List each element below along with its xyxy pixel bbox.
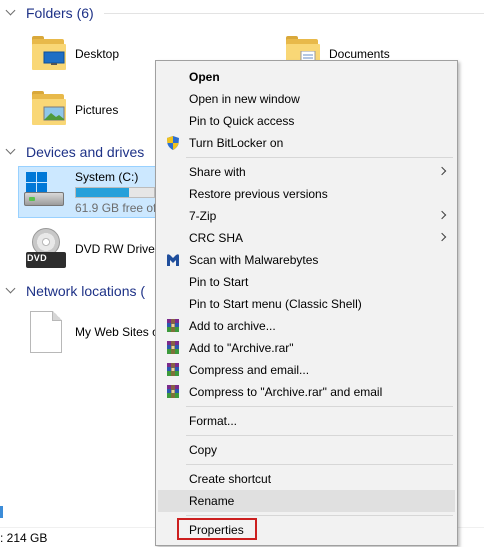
menu-item-crc-sha[interactable]: CRC SHA <box>158 227 455 249</box>
pictures-folder-icon <box>30 90 68 128</box>
drive-capacity-bar <box>75 187 155 198</box>
menu-item-label: Open in new window <box>189 92 300 106</box>
menu-item-open[interactable]: Open <box>158 66 455 88</box>
menu-item-label: 7-Zip <box>189 209 217 223</box>
menu-item-restore-previous-versions[interactable]: Restore previous versions <box>158 183 455 205</box>
menu-item-scan-with-malwarebytes[interactable]: Scan with Malwarebytes <box>158 249 455 271</box>
menu-item-label: Compress and email... <box>189 363 310 377</box>
menu-item-open-in-new-window[interactable]: Open in new window <box>158 88 455 110</box>
menu-separator <box>186 515 453 516</box>
menu-item-label: CRC SHA <box>189 231 244 245</box>
menu-item-label: Share with <box>189 165 246 179</box>
network-item-label: My Web Sites o <box>75 325 159 339</box>
folders-header-title: Folders (6) <box>26 5 94 21</box>
menu-item-label: Format... <box>189 414 238 428</box>
menu-item-compress-to-archive-rar-and-email[interactable]: Compress to "Archive.rar" and email <box>158 381 455 403</box>
chevron-down-icon[interactable] <box>0 280 20 302</box>
menu-item-share-with[interactable]: Share with <box>158 161 455 183</box>
winrar-icon <box>165 340 181 356</box>
network-header-title: Network locations ( <box>26 283 146 299</box>
chevron-right-icon <box>437 166 447 176</box>
menu-item-add-to-archive-rar[interactable]: Add to "Archive.rar" <box>158 337 455 359</box>
context-menu: Open Open in new window Pin to Quick acces… <box>155 60 458 546</box>
menu-separator <box>186 464 453 465</box>
menu-item-pin-to-quick-access[interactable]: Pin to Quick access <box>158 110 455 132</box>
menu-item-label: Scan with Malwarebytes <box>189 253 319 267</box>
menu-item-label: Add to archive... <box>189 319 276 333</box>
menu-item-pin-to-start[interactable]: Pin to Start <box>158 271 455 293</box>
desktop-folder-icon <box>30 35 68 73</box>
devices-section-header[interactable]: Devices and drives <box>0 141 144 163</box>
menu-separator <box>186 157 453 158</box>
scroll-indicator <box>0 506 3 518</box>
malwarebytes-icon <box>165 252 181 268</box>
menu-item-label: Copy <box>189 443 218 457</box>
drive-free-space: 61.9 GB free of <box>75 201 157 215</box>
menu-item-rename[interactable]: Rename <box>158 490 455 512</box>
menu-item-label: Rename <box>189 494 235 508</box>
dvd-label: DVD RW Drive <box>75 242 155 256</box>
shield-icon <box>165 135 181 151</box>
devices-header-title: Devices and drives <box>26 144 145 160</box>
menu-item-label: Pin to Start menu (Classic Shell) <box>189 297 362 311</box>
menu-item-label: Create shortcut <box>189 472 272 486</box>
menu-item-label: Pin to Start <box>189 275 249 289</box>
chevron-down-icon[interactable] <box>0 141 20 163</box>
network-section-header[interactable]: Network locations ( <box>0 280 145 302</box>
properties-highlight-box <box>177 518 257 540</box>
folder-label: Desktop <box>75 47 120 61</box>
folders-section-header[interactable]: Folders (6) <box>0 2 484 24</box>
menu-item-turn-bitlocker-on[interactable]: Turn BitLocker on <box>158 132 455 154</box>
chevron-right-icon <box>437 232 447 242</box>
chevron-down-icon[interactable] <box>0 2 20 24</box>
folder-label: Documents <box>329 47 390 61</box>
menu-separator <box>186 406 453 407</box>
menu-item-label: Open <box>189 70 220 84</box>
winrar-icon <box>165 362 181 378</box>
folder-label: Pictures <box>75 103 119 117</box>
menu-separator <box>186 435 453 436</box>
menu-item-7-zip[interactable]: 7-Zip <box>158 205 455 227</box>
winrar-icon <box>165 318 181 334</box>
menu-item-label: Compress to "Archive.rar" and email <box>189 385 383 399</box>
chevron-right-icon <box>437 210 447 220</box>
menu-item-label: Turn BitLocker on <box>189 136 284 150</box>
menu-item-label: Pin to Quick access <box>189 114 295 128</box>
menu-item-add-to-archive[interactable]: Add to archive... <box>158 315 455 337</box>
dvd-drive-icon: DVD <box>24 228 68 272</box>
drive-capacity-fill <box>76 188 130 197</box>
dvd-badge: DVD <box>27 253 47 263</box>
menu-item-label: Add to "Archive.rar" <box>189 341 294 355</box>
drive-label: System (C:) <box>75 170 139 184</box>
section-divider <box>104 13 484 14</box>
menu-item-format[interactable]: Format... <box>158 410 455 432</box>
menu-item-create-shortcut[interactable]: Create shortcut <box>158 468 455 490</box>
hard-drive-icon <box>22 170 66 210</box>
document-icon <box>30 311 62 353</box>
status-text: : 214 GB <box>0 531 48 545</box>
menu-item-copy[interactable]: Copy <box>158 439 455 461</box>
menu-item-label: Restore previous versions <box>189 187 328 201</box>
menu-item-compress-and-email[interactable]: Compress and email... <box>158 359 455 381</box>
winrar-icon <box>165 384 181 400</box>
menu-item-pin-to-start-menu-classic-shell[interactable]: Pin to Start menu (Classic Shell) <box>158 293 455 315</box>
